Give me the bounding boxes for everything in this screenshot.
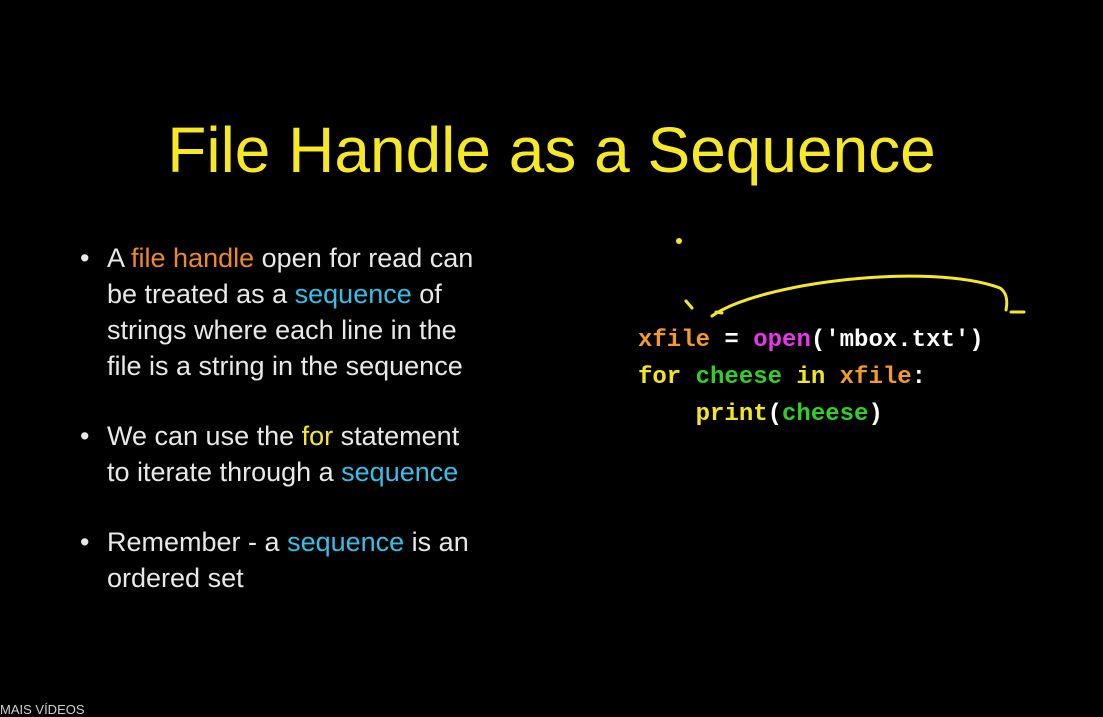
bullet-text-segment: be treated as a bbox=[107, 279, 295, 309]
bullet-text-segment: A bbox=[107, 243, 132, 273]
bullet-item: • Remember - a sequence is an ordered set bbox=[80, 524, 560, 596]
bullet-text-segment: is an bbox=[404, 527, 469, 557]
bullet-text-segment: sequence bbox=[287, 527, 405, 557]
code-line: xfile = open('mbox.txt') bbox=[638, 322, 984, 359]
annotation-tick-left bbox=[684, 299, 694, 310]
bullet-text-segment: file handle bbox=[131, 243, 255, 273]
bullet-text-segment: ordered set bbox=[107, 563, 244, 593]
annotation-tick-small bbox=[714, 310, 724, 315]
bullet-text-segment: We can use the bbox=[107, 421, 302, 451]
bullet-line: A file handle open for read can bbox=[107, 240, 560, 276]
bullet-text-segment: file is a string in the sequence bbox=[107, 351, 463, 381]
bullet-line: be treated as a sequence of bbox=[107, 276, 560, 312]
code-token: = bbox=[710, 327, 754, 354]
code-line: for cheese in xfile: bbox=[638, 359, 984, 396]
bullet-dot: • bbox=[80, 243, 90, 273]
annotation-dot bbox=[676, 238, 682, 244]
bullet-text-segment: open for read can bbox=[254, 243, 474, 273]
slide-title: File Handle as a Sequence bbox=[167, 114, 936, 186]
bullet-text-segment: sequence bbox=[341, 457, 459, 487]
code-token: xfile bbox=[638, 327, 711, 354]
bullet-line: We can use the for statement bbox=[107, 418, 560, 454]
code-token: print bbox=[695, 401, 768, 428]
bullet-text-segment: statement bbox=[333, 421, 460, 451]
bullet-dot: • bbox=[80, 421, 90, 451]
bullet-line: file is a string in the sequence bbox=[107, 348, 560, 384]
bullet-line: Remember - a sequence is an bbox=[107, 524, 560, 560]
slide: File Handle as a Sequence • A file handle… bbox=[0, 0, 1103, 717]
code-line: print(cheese) bbox=[638, 396, 984, 433]
bullet-text-segment: of bbox=[411, 279, 442, 309]
bullet-text-segment: Remember - a bbox=[107, 527, 288, 557]
bullet-text-segment: to iterate through a bbox=[107, 457, 342, 487]
bullet-line: to iterate through a sequence bbox=[107, 454, 560, 490]
bullet-item: • A file handle open for read can be treat… bbox=[80, 240, 560, 384]
annotation-arc bbox=[710, 274, 1009, 318]
code-token: ( bbox=[767, 401, 783, 428]
code-token: open bbox=[753, 327, 811, 354]
bullet-line: strings where each line in the bbox=[107, 312, 560, 348]
code-token: cheese bbox=[782, 401, 869, 428]
bullet-item: • We can use the for statement to iterate … bbox=[80, 418, 560, 490]
code-token: for bbox=[638, 364, 696, 391]
code-token: xfile bbox=[839, 364, 912, 391]
bullet-text-segment: strings where each line in the bbox=[107, 315, 457, 345]
bullet-text-segment: for bbox=[301, 421, 334, 451]
code-token: ) bbox=[868, 401, 883, 428]
code-token: cheese bbox=[695, 364, 783, 391]
bullet-text-segment: sequence bbox=[294, 279, 412, 309]
code-token: ('mbox.txt') bbox=[810, 327, 984, 354]
bullet-dot: • bbox=[80, 527, 90, 557]
bullet-line: ordered set bbox=[107, 560, 560, 596]
code-token: : bbox=[911, 364, 927, 391]
bullet-list: • A file handle open for read can be treat… bbox=[80, 240, 560, 630]
code-block: xfile = open('mbox.txt') for cheese in xf… bbox=[638, 322, 984, 433]
code-token: in bbox=[782, 364, 840, 391]
